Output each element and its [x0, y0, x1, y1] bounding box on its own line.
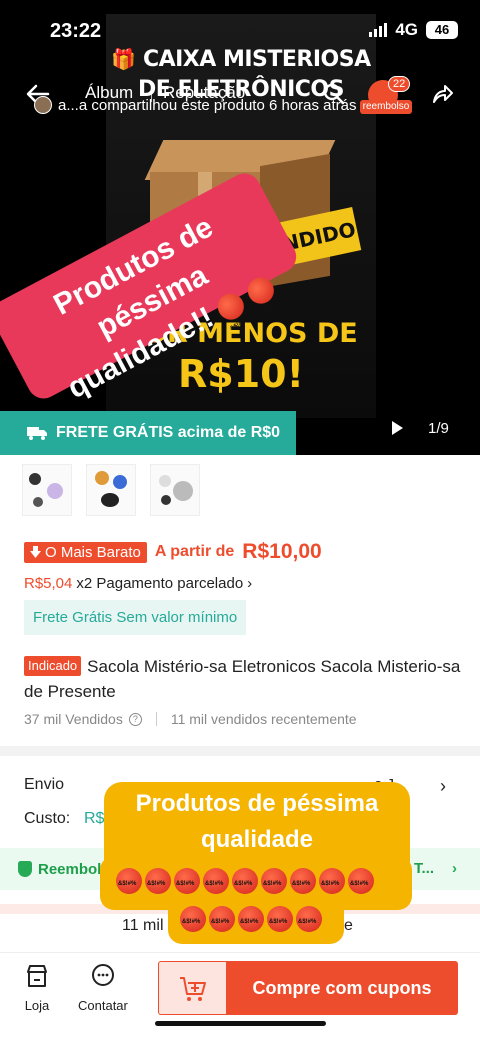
divider [155, 712, 157, 726]
network-label: 4G [395, 20, 418, 39]
variant-thumbnail[interactable] [86, 464, 136, 516]
angry-emoji-icon [116, 868, 142, 894]
shipping-cost-value: R$ [84, 810, 105, 827]
sales-row: 37 mil Vendidos ? 11 mil vendidos recent… [24, 711, 357, 727]
cart-refund-strip: reembolso [360, 100, 412, 114]
chat-icon [91, 964, 114, 986]
overlay-yellow-line2: qualidade [200, 826, 314, 853]
angry-emoji-icon [209, 906, 235, 932]
overlay-yellow-line1: Produtos de péssima [135, 790, 379, 817]
variant-thumbnail[interactable] [22, 464, 72, 516]
avatar [34, 96, 52, 114]
gift-icon: 🎁 [111, 47, 136, 71]
overlay-emoji-cluster [100, 856, 412, 946]
product-title-text: Sacola Mistério-sa Eletronicos Sacola Mi… [24, 657, 461, 701]
angry-emoji-icon [145, 868, 171, 894]
poster-title-line1: CAIXA MISTERIOSA [142, 47, 371, 72]
installment-text: x2 Pagamento parcelado [76, 575, 244, 592]
section-divider [0, 746, 480, 756]
chevron-right-icon[interactable]: › [440, 776, 446, 797]
share-notice: a...a compartilhou este produto 6 horas … [34, 96, 357, 114]
cheapest-badge: O Mais Barato [24, 541, 147, 563]
angry-emoji-icon [296, 906, 322, 932]
home-indicator [155, 1021, 326, 1026]
contact-button[interactable]: Contatar [78, 963, 128, 1013]
cart-button[interactable]: 22 reembolso [358, 76, 412, 114]
angry-emoji-icon [203, 868, 229, 894]
store-label: Loja [24, 998, 50, 1013]
free-shipping-text: FRETE GRÁTIS acima de R$0 [56, 424, 281, 441]
share-icon[interactable] [430, 82, 454, 106]
battery-icon: 46 [426, 21, 458, 39]
recommended-tag: Indicado [24, 656, 82, 676]
installment-row[interactable]: R$5,04 x2 Pagamento parcelado › [24, 575, 252, 592]
add-to-cart-button[interactable] [158, 961, 226, 1015]
arrow-down-icon [30, 546, 41, 558]
angry-emoji-icon [238, 906, 264, 932]
angry-emoji-icon [243, 273, 279, 309]
share-notice-text: a...a compartilhou este produto 6 horas … [58, 96, 357, 114]
price-value: R$10,00 [242, 540, 322, 563]
price-prefix: A partir de [154, 543, 235, 560]
cart-count-badge: 22 [388, 76, 411, 92]
chevron-right-icon: › [247, 575, 253, 592]
store-icon [27, 965, 47, 987]
signal-icon [369, 23, 388, 37]
variant-thumbnails [22, 464, 200, 516]
product-title: Indicado Sacola Mistério-sa Eletronicos S… [24, 654, 464, 704]
angry-emoji-icon [213, 289, 249, 325]
refund-label: Reembol [38, 860, 102, 878]
angry-emoji-icon [267, 906, 293, 932]
price-row: O Mais Barato A partir de R$10,00 [24, 540, 322, 564]
angry-emoji-icon [348, 868, 374, 894]
cheapest-badge-label: O Mais Barato [45, 543, 141, 561]
variant-thumbnail[interactable] [150, 464, 200, 516]
angry-emoji-icon [174, 868, 200, 894]
image-counter: 1/9 [428, 420, 449, 437]
store-button[interactable]: Loja [24, 963, 50, 1013]
buy-with-coupons-button[interactable]: Compre com cupons [226, 961, 458, 1015]
shipping-cost-label: Custo: [24, 810, 71, 827]
product-image-carousel[interactable]: 🎁 CAIXA MISTERIOSA DE ELETRÔNICOS REENDI… [0, 0, 480, 455]
angry-emoji-icon [232, 868, 258, 894]
status-time: 23:22 [50, 20, 102, 42]
free-shipping-banner: FRETE GRÁTIS acima de R$0 [0, 411, 296, 455]
question-icon[interactable]: ? [128, 712, 142, 726]
refund-tail: T... [414, 860, 435, 877]
chevron-right-icon: › [452, 860, 457, 877]
angry-emoji-icon [261, 868, 287, 894]
contact-label: Contatar [78, 998, 128, 1013]
free-shipping-box: Frete Grátis Sem valor mínimo [24, 600, 246, 635]
play-icon[interactable] [390, 420, 404, 436]
sold-count: 37 mil Vendidos [24, 711, 123, 727]
truck-icon [27, 427, 47, 440]
add-to-cart-icon [180, 977, 206, 1001]
sold-recent: 11 mil vendidos recentemente [170, 711, 357, 727]
shipping-label: Envio [24, 776, 65, 793]
installment-amount: R$5,04 [24, 575, 73, 592]
status-indicators: 4G 46 [369, 20, 458, 40]
angry-emoji-icon [319, 868, 345, 894]
shield-icon [18, 861, 32, 877]
angry-emoji-icon [180, 906, 206, 932]
angry-emoji-icon [290, 868, 316, 894]
